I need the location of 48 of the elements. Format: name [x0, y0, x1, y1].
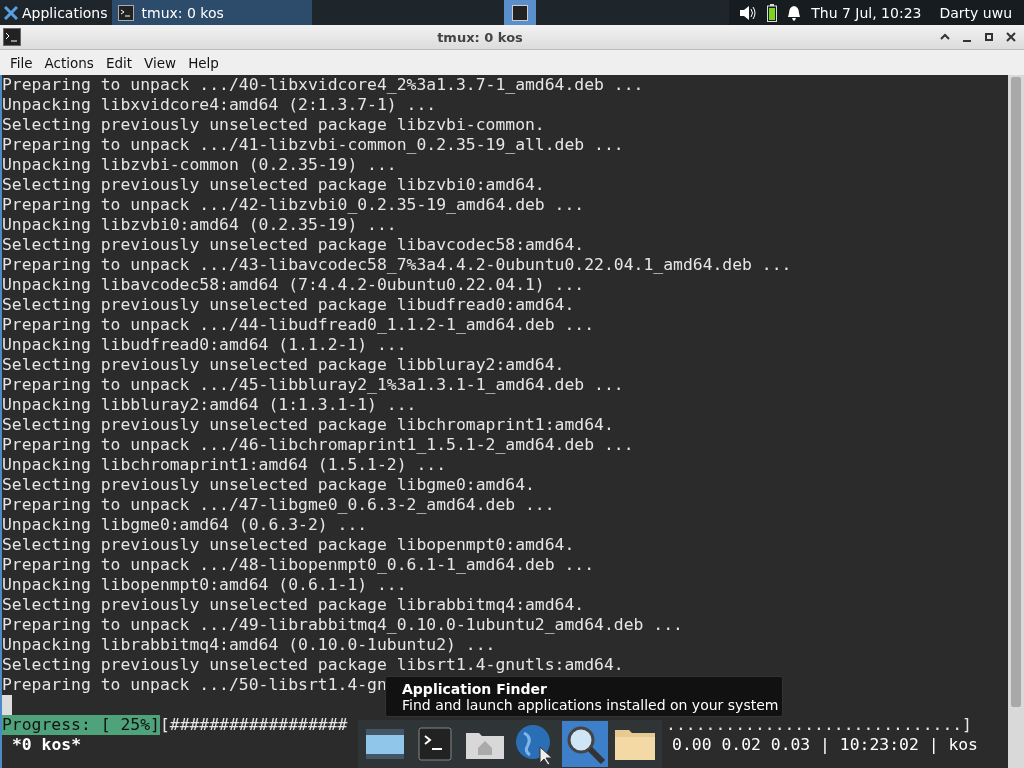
progress-label: Progress: [ 25%]	[2, 715, 160, 735]
terminal-line: Preparing to unpack .../40-libxvidcore4_2%3a1.3.7-1_amd64.deb ...	[2, 75, 644, 95]
terminal-line: Preparing to unpack .../50-libsrt1.4-gn	[2, 675, 387, 695]
terminal-line: Preparing to unpack .../43-libavcodec58_7%3a4.4.2-0ubuntu0.22.04.1_amd64.deb ...	[2, 255, 792, 275]
user-name[interactable]: Darty uwu	[939, 4, 1012, 21]
menu-item[interactable]: Edit	[99, 54, 139, 71]
menu-item[interactable]: Help	[182, 54, 225, 71]
terminal-line: Unpacking libzvbi-common (0.2.35-19) ...	[2, 155, 397, 175]
taskbar-button[interactable]: tmux: 0 kos	[111, 0, 312, 25]
tooltip-title: Application Finder	[402, 680, 548, 697]
progress-text: ..............................]	[666, 715, 972, 735]
clock[interactable]: Thu 7 Jul, 10:23	[811, 4, 922, 21]
terminal-line: Unpacking libchromaprint1:amd64 (1.5.1-2) ...	[2, 455, 447, 475]
tmux-status: 0.00 0.02 0.03 | 10:23:02 | kos	[672, 735, 979, 755]
menu-item[interactable]: File	[4, 54, 39, 71]
terminal-line: Unpacking libavcodec58:amd64 (7:4.4.2-0ubuntu0.22.04.1) ...	[2, 275, 585, 295]
terminal-line: Preparing to unpack .../42-libzvbi0_0.2.35-19_amd64.deb ...	[2, 195, 585, 215]
terminal-line: Selecting previously unselected package libzvbi0:amd64.	[2, 175, 545, 195]
terminal-line: Selecting previously unselected package libavcodec58:amd64.	[2, 235, 585, 255]
terminal-line: Selecting previously unselected package libbluray2:amd64.	[2, 355, 565, 375]
terminal-line: Selecting previously unselected package libopenmpt0:amd64.	[2, 535, 575, 555]
terminal-line: Selecting previously unselected package libchromaprint1:amd64.	[2, 415, 614, 435]
tmux-window[interactable]: *0 kos*	[2, 735, 82, 755]
terminal-line: Preparing to unpack .../49-librabbitmq4_0.10.0-1ubuntu2_amd64.deb ...	[2, 615, 683, 635]
terminal-line: Unpacking librabbitmq4:amd64 (0.10.0-1ubuntu2) ...	[2, 635, 496, 655]
applications-menu[interactable]: Applications	[0, 0, 112, 25]
terminal-line: Selecting previously unselected package libsrt1.4-gnutls:amd64.	[2, 655, 624, 675]
progress-text: [##################	[159, 715, 348, 735]
menu-item[interactable]: Actions	[38, 54, 100, 71]
terminal-line: Preparing to unpack .../44-libudfread0_1.1.2-1_amd64.deb ...	[2, 315, 595, 335]
terminal-line: Preparing to unpack .../45-libbluray2_1%3a1.3.1-1_amd64.deb ...	[2, 375, 624, 395]
window-title: tmux: 0 kos	[436, 29, 524, 45]
terminal-line: Preparing to unpack .../46-libchromaprint1_1.5.1-2_amd64.deb ...	[2, 435, 634, 455]
terminal-line: Selecting previously unselected package librabbitmq4:amd64.	[2, 595, 585, 615]
terminal-line: Selecting previously unselected package libzvbi-common.	[2, 115, 545, 135]
terminal-line: Selecting previously unselected package libudfread0:amd64.	[2, 295, 575, 315]
terminal-line: Unpacking libbluray2:amd64 (1:1.3.1-1) ...	[2, 395, 417, 415]
terminal-line: Preparing to unpack .../41-libzvbi-common_0.2.35-19_all.deb ...	[2, 135, 624, 155]
terminal-line: Unpacking libzvbi0:amd64 (0.2.35-19) ...	[2, 215, 397, 235]
terminal-line: Unpacking libudfread0:amd64 (1.1.2-1) ...	[2, 335, 407, 355]
terminal-line: Unpacking libopenmpt0:amd64 (0.6.1-1) ...	[2, 575, 407, 595]
terminal-line: Unpacking libgme0:amd64 (0.6.3-2) ...	[2, 515, 368, 535]
tooltip-text: Find and launch applications installed on your system	[402, 696, 779, 713]
terminal-line: Selecting previously unselected package libgme0:amd64.	[2, 475, 535, 495]
terminal-line: Preparing to unpack .../47-libgme0_0.6.3-2_amd64.deb ...	[2, 495, 555, 515]
terminal-line: Unpacking libxvidcore4:amd64 (2:1.3.7-1) ...	[2, 95, 437, 115]
terminal-line: Preparing to unpack .../48-libopenmpt0_0.6.1-1_amd64.deb ...	[2, 555, 595, 575]
menu-item[interactable]: View	[138, 54, 183, 71]
